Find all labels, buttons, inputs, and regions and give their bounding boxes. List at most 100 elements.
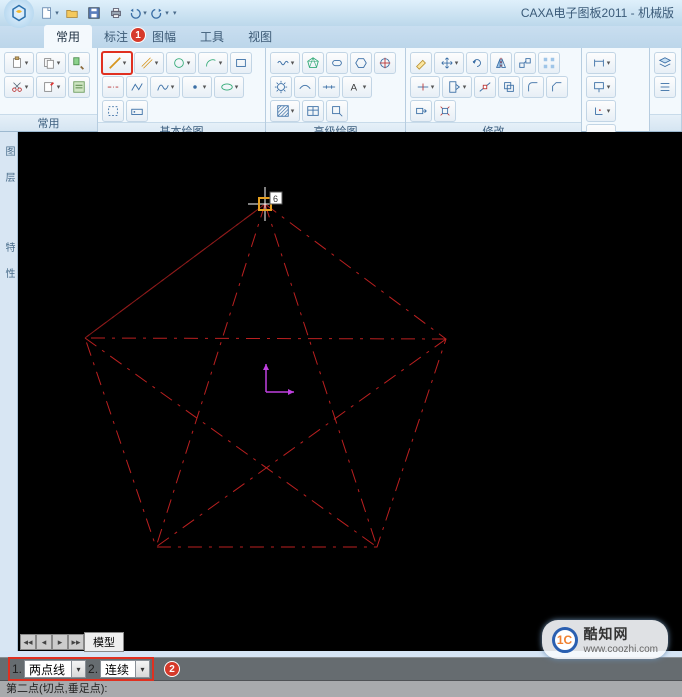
watermark-url: www.coozhi.com: [584, 644, 658, 655]
qat-redo-button[interactable]: ▾: [150, 3, 170, 23]
opt2-select[interactable]: 连续 ▾: [100, 660, 150, 678]
polygon-regular-button[interactable]: [302, 52, 324, 74]
svg-text:A: A: [350, 83, 357, 94]
move-button[interactable]: ▾: [434, 52, 464, 74]
arc-button[interactable]: ▾: [198, 52, 228, 74]
dock-item-2[interactable]: 层: [2, 166, 16, 188]
dim-linear-button[interactable]: ▾: [586, 52, 616, 74]
qat-print-button[interactable]: [106, 3, 126, 23]
paste-button[interactable]: ▾: [4, 52, 34, 74]
watermark-logo-icon: 1C: [552, 627, 578, 653]
offset-button[interactable]: [498, 76, 520, 98]
doc-tab-model[interactable]: 模型: [84, 632, 124, 652]
array-button[interactable]: [538, 52, 560, 74]
slot-button[interactable]: [326, 52, 348, 74]
wave-button[interactable]: ▾: [270, 52, 300, 74]
erase-icon: [414, 56, 428, 70]
drawing-canvas[interactable]: 6: [18, 132, 682, 651]
hatch-button[interactable]: ▾: [270, 100, 300, 122]
dropdown-arrow-icon: ▾: [164, 9, 170, 17]
hexagon-button[interactable]: [350, 52, 372, 74]
tab-view[interactable]: 视图: [236, 25, 284, 48]
quick-access-toolbar: ▾ ▾ ▾ ▾: [40, 3, 178, 23]
dim-symbol-icon: [592, 80, 606, 94]
qat-open-button[interactable]: [62, 3, 82, 23]
mirror-button[interactable]: [490, 52, 512, 74]
spline2-icon: [298, 80, 312, 94]
dropdown-arrow-icon: ▾: [142, 9, 148, 17]
chamfer-button[interactable]: [546, 76, 568, 98]
explode-button[interactable]: [434, 100, 456, 122]
copy-button[interactable]: ▾: [36, 52, 66, 74]
tab-frame[interactable]: 图幅: [140, 25, 188, 48]
ribbon: ▾ ▾ ▾ ▾ 常用 ▾ ▾ ▾ ▾ ▾ ▾ ▾ 基本绘图 ▾: [0, 48, 682, 132]
stretch-button[interactable]: [410, 100, 432, 122]
tabstrip-last-button[interactable]: ▸▸: [68, 634, 84, 650]
text-button[interactable]: A▾: [342, 76, 372, 98]
copy-icon: [42, 56, 56, 70]
cut-button[interactable]: ▾: [4, 76, 34, 98]
erase-button[interactable]: [410, 52, 432, 74]
dock-item-1[interactable]: 图: [2, 140, 16, 162]
left-dockbar: 图 层 特 性: [0, 132, 18, 651]
point-button[interactable]: ▾: [182, 76, 212, 98]
spline-button[interactable]: ▾: [150, 76, 180, 98]
hole-button[interactable]: [374, 52, 396, 74]
panel-adv-draw: ▾ A▾ ▾ 高级绘图: [266, 48, 406, 131]
spline2-button[interactable]: [294, 76, 316, 98]
print-icon: [109, 6, 123, 20]
tab-tools[interactable]: 工具: [188, 25, 236, 48]
extend-button[interactable]: ▾: [442, 76, 472, 98]
qat-customize-button[interactable]: ▾: [172, 9, 178, 17]
ellipse-button[interactable]: ▾: [214, 76, 244, 98]
tabstrip-next-button[interactable]: ▸: [52, 634, 68, 650]
tab-annot[interactable]: 标注1: [92, 25, 140, 48]
scissors-icon: [10, 80, 24, 94]
break-icon: [478, 80, 492, 94]
layer-button[interactable]: [654, 52, 676, 74]
block-button[interactable]: [126, 100, 148, 122]
qat-save-button[interactable]: [84, 3, 104, 23]
polyline-button[interactable]: [126, 76, 148, 98]
line-tool-button[interactable]: ▾: [102, 52, 132, 74]
app-logo-icon: [10, 4, 28, 22]
centerline-button[interactable]: [102, 76, 124, 98]
tab-common[interactable]: 常用: [44, 25, 92, 48]
open-folder-icon: [65, 6, 79, 20]
dim-coord-button[interactable]: ▾: [586, 100, 616, 122]
tabstrip-prev-button[interactable]: ◂: [36, 634, 52, 650]
qat-undo-button[interactable]: ▾: [128, 3, 148, 23]
parallel-line-button[interactable]: ▾: [134, 52, 164, 74]
break-button[interactable]: [474, 76, 496, 98]
rectangle-button[interactable]: [230, 52, 252, 74]
properties-button[interactable]: [68, 76, 90, 98]
dock-item-3[interactable]: 特: [2, 236, 16, 258]
gear-button[interactable]: [270, 76, 292, 98]
insert-icon: [330, 104, 344, 118]
insert-button[interactable]: [326, 100, 348, 122]
table-button[interactable]: [302, 100, 324, 122]
qat-new-button[interactable]: ▾: [40, 3, 60, 23]
scale-button[interactable]: [514, 52, 536, 74]
layers-icon: [658, 56, 672, 70]
options-highlight: 1. 两点线 ▾ 2. 连续 ▾: [8, 657, 154, 681]
dock-item-4[interactable]: 性: [2, 262, 16, 284]
command-prompt: 第二点(切点,垂足点):: [6, 683, 107, 695]
trim-button[interactable]: ▾: [410, 76, 440, 98]
tabstrip-first-button[interactable]: ◂◂: [20, 634, 36, 650]
dim-symbol-button[interactable]: ▾: [586, 76, 616, 98]
circle-button[interactable]: ▾: [166, 52, 196, 74]
list-button[interactable]: [654, 76, 676, 98]
app-menu-button[interactable]: [4, 0, 34, 28]
region-button[interactable]: [102, 100, 124, 122]
xline-button[interactable]: [318, 76, 340, 98]
opt1-select[interactable]: 两点线 ▾: [24, 660, 86, 678]
stretch-icon: [414, 104, 428, 118]
explode-icon: [438, 104, 452, 118]
fillet-button[interactable]: [522, 76, 544, 98]
rotate-button[interactable]: [466, 52, 488, 74]
doc-tabstrip: ◂◂ ◂ ▸ ▸▸ 模型: [20, 633, 124, 651]
delete-button[interactable]: ▾: [36, 76, 66, 98]
paste-icon: [10, 56, 24, 70]
property-match-button[interactable]: [68, 52, 90, 74]
